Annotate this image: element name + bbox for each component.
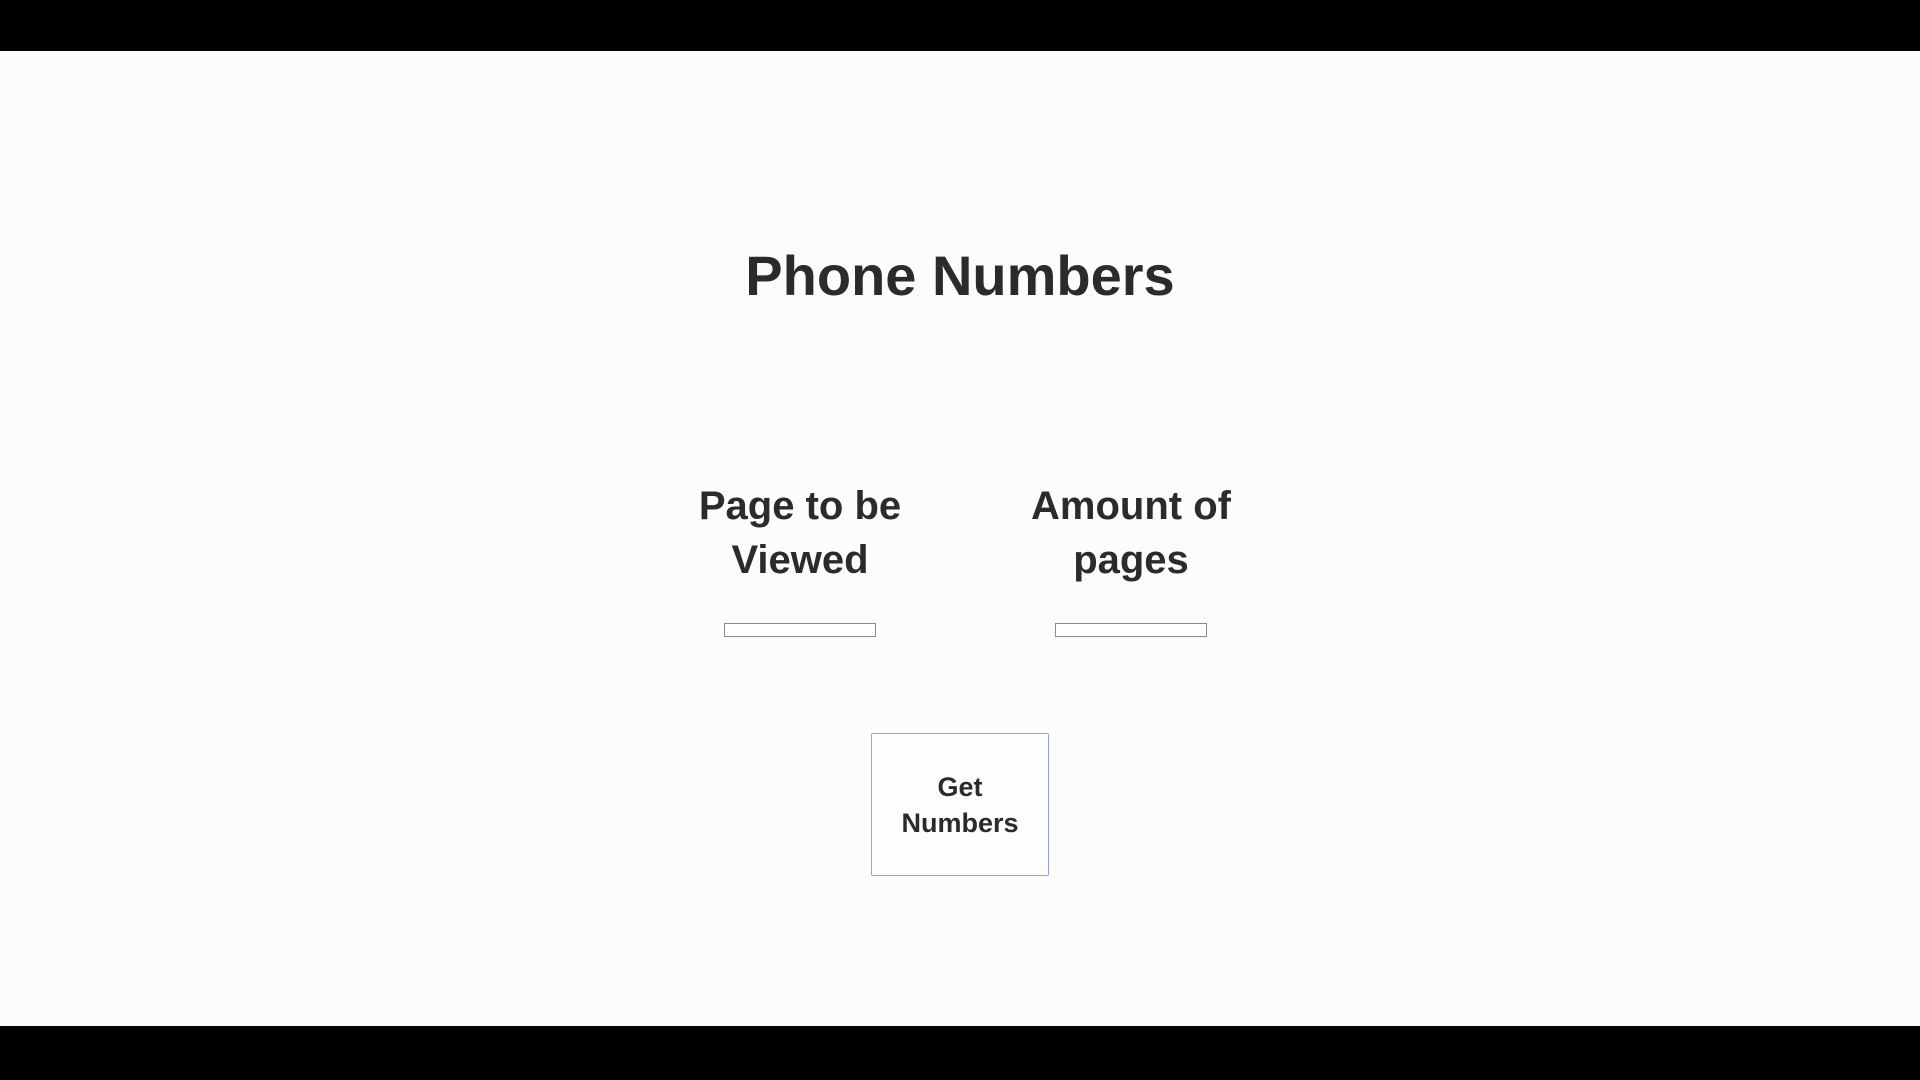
page-to-view-input[interactable]: [724, 623, 876, 637]
page-to-view-label: Page to be Viewed: [698, 484, 902, 582]
amount-of-pages-label: Amount of pages: [1031, 484, 1231, 582]
letterbox-bottom: [0, 1026, 1920, 1080]
page-canvas: Phone Numbers Page to be Viewed Amount o…: [0, 51, 1920, 1026]
letterbox-top: [0, 0, 1920, 51]
page-to-view-group: Page to be Viewed: [660, 479, 940, 637]
get-numbers-button[interactable]: Get Numbers: [871, 733, 1049, 876]
page-title: Phone Numbers: [745, 244, 1175, 307]
amount-of-pages-group: Amount of pages: [991, 479, 1271, 637]
amount-of-pages-input[interactable]: [1055, 623, 1207, 637]
